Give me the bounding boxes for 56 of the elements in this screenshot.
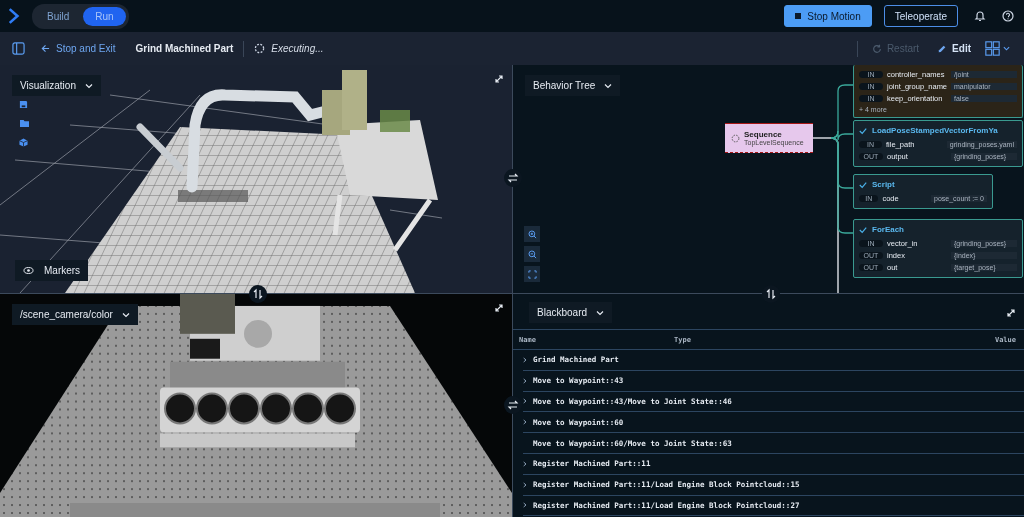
chevron-right-icon bbox=[523, 398, 527, 405]
mode-tab[interactable]: Build bbox=[35, 6, 82, 26]
layout-menu-button[interactable] bbox=[985, 41, 1010, 56]
stop-and-exit-link[interactable]: Stop and Exit bbox=[41, 43, 116, 54]
camera-topic-dropdown[interactable]: /scene_camera/color bbox=[12, 304, 138, 325]
restart-icon bbox=[871, 43, 882, 54]
blackboard-dropdown[interactable]: Blackboard bbox=[529, 302, 613, 323]
folder-icon[interactable] bbox=[19, 119, 30, 128]
chevron-right-icon bbox=[523, 419, 527, 426]
caret-icon bbox=[1003, 45, 1010, 52]
chevron-right-icon bbox=[523, 502, 527, 509]
visualization-dropdown[interactable]: Visualization bbox=[12, 75, 101, 96]
check-icon bbox=[859, 180, 867, 189]
node-title: LoadPoseStampedVectorFromYa bbox=[872, 126, 998, 135]
chevron-right-icon bbox=[523, 460, 527, 467]
zoom-out-icon bbox=[527, 249, 537, 259]
behavior-tree-dropdown[interactable]: Behavior Tree bbox=[525, 75, 621, 96]
chevron-down-icon bbox=[84, 81, 93, 90]
logo-icon bbox=[8, 7, 20, 25]
node-title: Script bbox=[872, 180, 895, 189]
fit-view-button[interactable] bbox=[524, 266, 540, 282]
stop-icon bbox=[795, 13, 802, 19]
cube-icon[interactable] bbox=[19, 138, 28, 147]
teleoperate-button[interactable]: Teleoperate bbox=[883, 5, 958, 27]
markers-button[interactable]: Markers bbox=[15, 260, 89, 281]
expand-icon[interactable] bbox=[494, 303, 504, 313]
stop-motion-button[interactable]: Stop Motion bbox=[784, 5, 872, 27]
chevron-down-icon bbox=[121, 310, 130, 319]
bell-icon[interactable] bbox=[974, 10, 986, 22]
zoom-in-icon bbox=[527, 229, 537, 239]
chevron-down-icon bbox=[596, 308, 605, 317]
sidebar-toggle-icon[interactable] bbox=[12, 42, 25, 55]
chevron-right-icon bbox=[523, 356, 527, 363]
expand-icon[interactable] bbox=[1006, 307, 1016, 318]
node-title: ForEach bbox=[872, 225, 904, 234]
edit-button[interactable]: Edit bbox=[933, 41, 975, 56]
eye-icon bbox=[23, 266, 34, 275]
help-icon[interactable] bbox=[1002, 10, 1014, 22]
back-arrow-icon bbox=[41, 44, 50, 53]
spinner-icon bbox=[731, 133, 740, 143]
pencil-icon bbox=[937, 43, 948, 54]
chevron-right-icon bbox=[523, 377, 527, 384]
expand-icon[interactable] bbox=[494, 74, 504, 84]
check-icon bbox=[859, 126, 867, 135]
spinner-icon bbox=[254, 43, 266, 54]
zoom-in-button[interactable] bbox=[524, 226, 540, 242]
chevron-right-icon bbox=[523, 481, 527, 488]
objective-title: Grind Machined Part bbox=[135, 43, 234, 54]
check-icon bbox=[859, 225, 867, 234]
save-icon[interactable] bbox=[19, 100, 28, 109]
node-title: Sequence bbox=[744, 130, 783, 139]
execution-status: Executing... bbox=[271, 43, 324, 54]
fit-view-icon bbox=[527, 269, 537, 279]
zoom-out-button[interactable] bbox=[524, 246, 540, 262]
chevron-down-icon bbox=[604, 81, 613, 90]
grid-layout-icon bbox=[985, 41, 1000, 56]
